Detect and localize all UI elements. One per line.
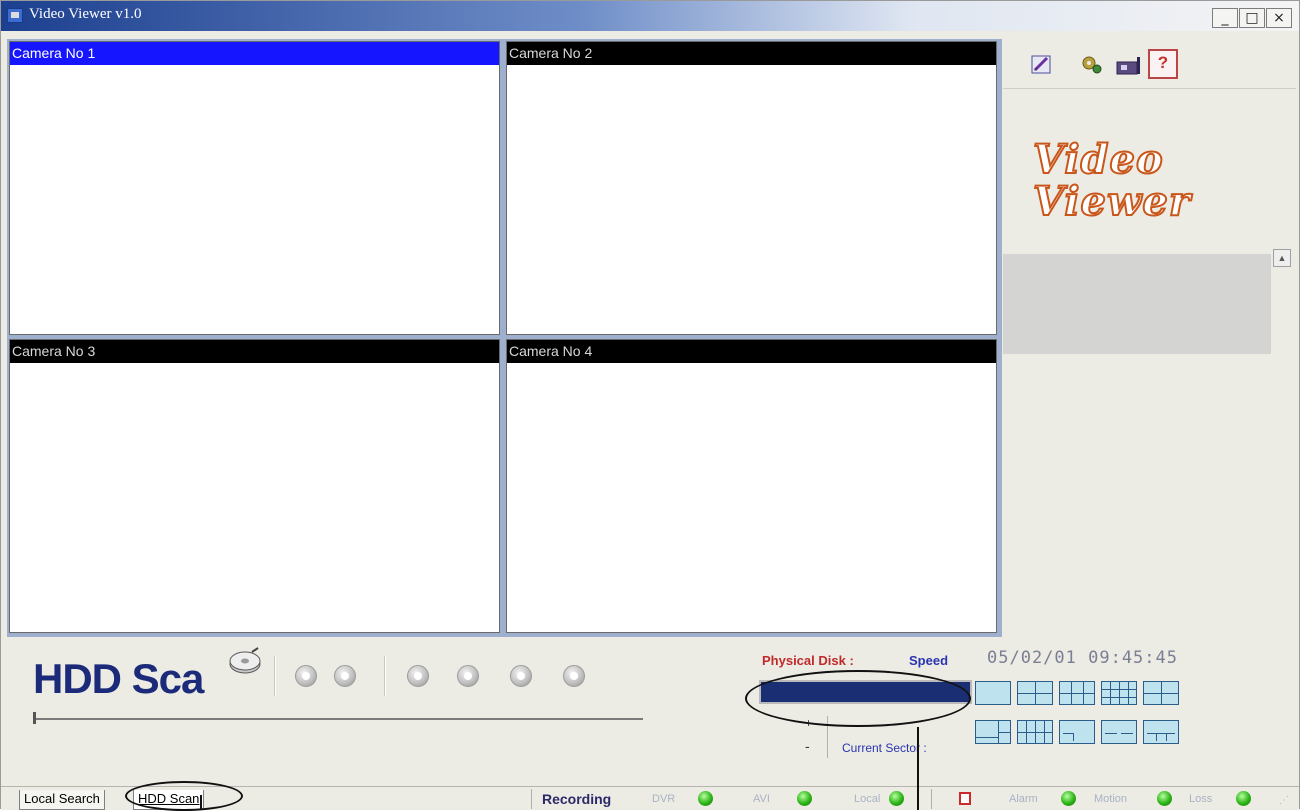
- date-time-display: 05/02/01 09:45:45: [987, 648, 1178, 668]
- toolbar-separator: [384, 656, 386, 696]
- camera-title: Camera No 2: [507, 42, 996, 65]
- logo-line-2: Viewer: [1032, 178, 1191, 225]
- slow-backward-icon[interactable]: [457, 665, 479, 687]
- minimize-button[interactable]: _: [1212, 8, 1238, 28]
- alarm-status-led: [1061, 791, 1076, 806]
- scroll-up-icon[interactable]: ▲: [1273, 249, 1291, 267]
- motion-status-led: [1157, 791, 1172, 806]
- layout-10-button[interactable]: [1017, 720, 1053, 744]
- layout-4b-button[interactable]: [1143, 681, 1179, 705]
- help-icon[interactable]: ?: [1148, 49, 1178, 79]
- fast-forward-icon[interactable]: [563, 665, 585, 687]
- resize-grip-icon[interactable]: ⋰: [1279, 795, 1293, 807]
- hard-disk-icon: [228, 646, 264, 678]
- toolbar-separator: [274, 656, 276, 696]
- close-button[interactable]: ×: [1266, 8, 1292, 28]
- rewind-icon[interactable]: [407, 665, 429, 687]
- motion-label: Motion: [1094, 793, 1128, 805]
- layout-9-button[interactable]: [1101, 681, 1137, 705]
- right-panel: ? Video Viewer ▲: [1003, 39, 1296, 637]
- mode-title: HDD Sca: [33, 655, 204, 702]
- loss-label: Loss: [1189, 793, 1213, 805]
- layout-pip-2-button[interactable]: [1101, 720, 1137, 744]
- camera-grid: Camera No 1 Camera No 2 Camera No 3 Came…: [7, 39, 1002, 637]
- app-icon: [7, 8, 23, 23]
- avi-status-led: [797, 791, 812, 806]
- local-label: Local: [854, 793, 881, 805]
- play-icon[interactable]: [295, 665, 317, 687]
- annotation-ring: [125, 781, 243, 811]
- annotation-ring: [745, 670, 971, 727]
- layout-6-button[interactable]: [1059, 681, 1095, 705]
- edit-icon[interactable]: [1029, 53, 1055, 77]
- maximize-button[interactable]: □: [1239, 8, 1265, 28]
- speed-decrease-button[interactable]: -: [805, 738, 810, 754]
- app-window: Video Viewer v1.0 _ □ × Camera No 1 Came…: [0, 0, 1300, 811]
- camera-title: Camera No 3: [10, 340, 499, 363]
- camera-view-2[interactable]: Camera No 2: [506, 41, 997, 335]
- dvr-label: DVR: [652, 793, 676, 805]
- camera-view-1[interactable]: Camera No 1: [9, 41, 500, 335]
- tab-local-search[interactable]: Local Search: [19, 790, 105, 810]
- alarm-icon: [959, 792, 971, 805]
- settings-icon[interactable]: [1079, 53, 1105, 77]
- logo-line-1: Video: [1032, 136, 1164, 183]
- capture-icon[interactable]: [1115, 53, 1141, 77]
- layout-4-button[interactable]: [1017, 681, 1053, 705]
- tool-bar: ?: [1003, 39, 1296, 89]
- avi-label: AVI: [753, 793, 770, 805]
- layout-6b-button[interactable]: [975, 720, 1011, 744]
- layout-1-button[interactable]: [975, 681, 1011, 705]
- speed-label: Speed: [909, 653, 949, 668]
- camera-title: Camera No 1: [10, 42, 499, 65]
- camera-title: Camera No 4: [507, 340, 996, 363]
- dvr-status-led: [698, 791, 713, 806]
- annotation-line: [200, 795, 202, 810]
- loss-status-led: [1236, 791, 1251, 806]
- current-sector-label: Current Sector :: [842, 741, 927, 755]
- recording-label: Recording: [542, 791, 612, 807]
- stop-icon[interactable]: [334, 665, 356, 687]
- local-status-led: [889, 791, 904, 806]
- seek-slider[interactable]: [33, 718, 643, 720]
- event-list-box[interactable]: [1003, 254, 1271, 354]
- layout-pip-1-button[interactable]: [1059, 720, 1095, 744]
- help-glyph: ?: [1157, 53, 1169, 72]
- playback-controls: HDD Sca Physical Disk : Speed + - Curren…: [7, 638, 1297, 786]
- camera-view-4[interactable]: Camera No 4: [506, 339, 997, 633]
- status-separator: [931, 789, 932, 809]
- title-bar[interactable]: Video Viewer v1.0 _ □ ×: [1, 1, 1299, 31]
- annotation-line: [917, 727, 919, 810]
- window-title: Video Viewer v1.0: [29, 6, 142, 22]
- seek-slider-thumb[interactable]: [33, 712, 36, 724]
- camera-view-3[interactable]: Camera No 3: [9, 339, 500, 633]
- physical-disk-label: Physical Disk :: [762, 653, 854, 668]
- layout-pip-3-button[interactable]: [1143, 720, 1179, 744]
- slow-forward-icon[interactable]: [510, 665, 532, 687]
- status-separator: [531, 789, 532, 809]
- alarm-label: Alarm: [1009, 793, 1038, 805]
- video-viewer-logo: Video Viewer: [1032, 136, 1273, 229]
